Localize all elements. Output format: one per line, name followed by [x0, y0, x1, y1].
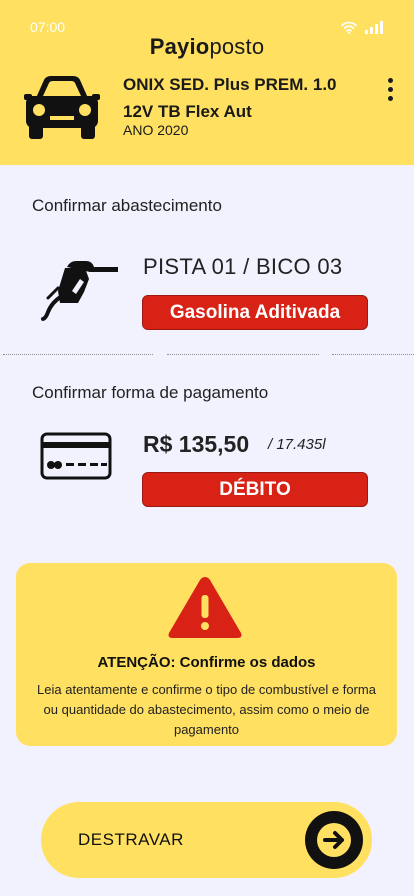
brand-logo: Payioposto — [0, 34, 414, 60]
credit-card-icon — [40, 432, 112, 480]
vehicle-year: ANO 2020 — [123, 122, 189, 138]
divider-left — [3, 354, 153, 355]
alert-title: ATENÇÃO: Confirme os dados — [97, 654, 316, 671]
fuel-nozzle-icon — [41, 261, 118, 321]
car-icon — [24, 76, 100, 139]
payment-section-title: Confirmar forma de pagamento — [32, 383, 269, 402]
payment-amount: R$ 135,50 — [143, 431, 250, 457]
divider-middle — [167, 354, 319, 355]
fuel-liters: / 17.435l — [268, 436, 326, 453]
wifi-icon — [341, 21, 357, 34]
warning-icon — [168, 577, 242, 638]
unlock-button-label: DESTRAVAR — [78, 830, 184, 849]
status-icons — [341, 21, 383, 34]
status-time: 07:00 — [30, 19, 66, 35]
fuel-type-badge: Gasolina Aditivada — [142, 295, 368, 330]
brand-part-1: Payio — [149, 34, 210, 59]
payment-method-badge: DÉBITO — [142, 472, 368, 507]
pump-label: PISTA 01 / BICO 03 — [143, 254, 343, 279]
unlock-button[interactable]: DESTRAVAR — [41, 802, 372, 878]
arrow-right-icon[interactable] — [305, 811, 363, 869]
divider-right — [332, 354, 414, 355]
attention-alert: ATENÇÃO: Confirme os dados Leia atentame… — [16, 563, 397, 746]
brand-part-2: posto — [209, 34, 265, 59]
app-header: 07:00 Payioposto ONIX SED. Plus PREM. 1.… — [0, 0, 414, 165]
fuel-section-title: Confirmar abastecimento — [32, 196, 222, 215]
alert-body: Leia atentamente e confirme o tipo de co… — [37, 682, 376, 737]
vehicle-name: ONIX SED. Plus PREM. 1.0 12V TB Flex Aut — [123, 75, 337, 121]
cellular-signal-icon — [365, 21, 383, 34]
more-vertical-icon[interactable] — [380, 78, 400, 108]
